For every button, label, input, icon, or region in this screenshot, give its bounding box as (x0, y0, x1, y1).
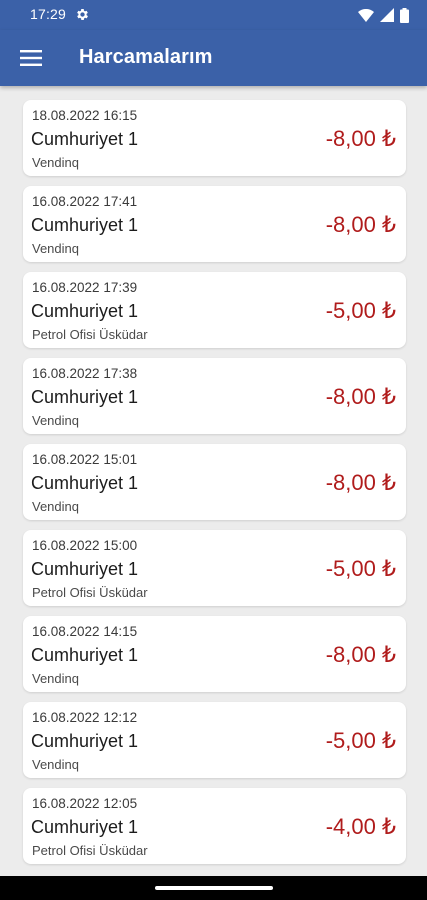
transaction-amount: -5,00 ₺ (325, 728, 396, 753)
transaction-title: Cumhuriyet 1 (31, 645, 139, 665)
transaction-date: 18.08.2022 16:15 (32, 108, 138, 123)
gear-icon (77, 9, 88, 20)
transaction-date: 16.08.2022 17:41 (32, 194, 138, 209)
transaction-location: Vendinq (32, 241, 79, 256)
transaction-location: Vendinq (32, 155, 79, 170)
transaction-amount: -8,00 ₺ (325, 126, 396, 151)
status-icons (358, 7, 409, 23)
transaction-location: Vendinq (32, 413, 79, 428)
transaction-title: Cumhuriyet 1 (31, 129, 139, 149)
transaction-amount: -8,00 ₺ (325, 212, 396, 237)
transaction-title: Cumhuriyet 1 (31, 559, 139, 579)
transaction-title: Cumhuriyet 1 (31, 301, 139, 321)
transaction-card[interactable]: 16.08.2022 15:01 Cumhuriyet 1 Vendinq -8… (23, 444, 406, 520)
menu-button[interactable] (14, 42, 48, 74)
transaction-location: Vendinq (32, 757, 79, 772)
transaction-date: 16.08.2022 15:01 (32, 452, 138, 467)
transaction-amount: -5,00 ₺ (325, 556, 396, 581)
transaction-amount: -4,00 ₺ (325, 814, 396, 839)
status-bar: 17:29 (0, 0, 427, 30)
transaction-amount: -8,00 ₺ (325, 642, 396, 667)
transaction-card[interactable]: 16.08.2022 12:12 Cumhuriyet 1 Vendinq -5… (23, 702, 406, 778)
page-title: Harcamalarım (79, 46, 213, 68)
transaction-title: Cumhuriyet 1 (31, 731, 139, 751)
app-bar: Harcamalarım (0, 30, 427, 86)
hamburger-menu-icon (20, 50, 42, 66)
transaction-location: Vendinq (32, 499, 79, 514)
transaction-title: Cumhuriyet 1 (31, 473, 139, 493)
transaction-amount: -5,00 ₺ (325, 298, 396, 323)
transaction-card[interactable]: 16.08.2022 15:00 Cumhuriyet 1 Petrol Ofi… (23, 530, 406, 606)
transaction-title: Cumhuriyet 1 (31, 387, 139, 407)
transaction-list[interactable]: 18.08.2022 16:15 Cumhuriyet 1 Vendinq -8… (0, 86, 427, 876)
transaction-date: 16.08.2022 15:00 (32, 538, 138, 553)
battery-icon (400, 7, 409, 23)
transaction-card[interactable]: 16.08.2022 17:41 Cumhuriyet 1 Vendinq -8… (23, 186, 406, 262)
status-time: 17:29 (30, 6, 67, 22)
transaction-card[interactable]: 16.08.2022 17:38 Cumhuriyet 1 Vendinq -8… (23, 358, 406, 434)
transaction-date: 16.08.2022 14:15 (32, 624, 138, 639)
transaction-title: Cumhuriyet 1 (31, 215, 139, 235)
system-navigation-bar (0, 876, 427, 900)
transaction-date: 16.08.2022 12:12 (32, 710, 138, 725)
transaction-date: 16.08.2022 12:05 (32, 796, 138, 811)
transaction-card[interactable]: 16.08.2022 17:39 Cumhuriyet 1 Petrol Ofi… (23, 272, 406, 348)
transaction-card[interactable]: 16.08.2022 14:15 Cumhuriyet 1 Vendinq -8… (23, 616, 406, 692)
transaction-card[interactable]: 18.08.2022 16:15 Cumhuriyet 1 Vendinq -8… (23, 100, 406, 176)
transaction-location: Vendinq (32, 671, 79, 686)
signal-icon (380, 8, 394, 22)
transaction-location: Petrol Ofisi Üsküdar (32, 327, 148, 342)
wifi-icon (358, 8, 374, 22)
transaction-title: Cumhuriyet 1 (31, 817, 139, 837)
transaction-location: Petrol Ofisi Üsküdar (32, 585, 148, 600)
transaction-location: Petrol Ofisi Üsküdar (32, 843, 148, 858)
transaction-card[interactable]: 16.08.2022 12:05 Cumhuriyet 1 Petrol Ofi… (23, 788, 406, 864)
transaction-date: 16.08.2022 17:39 (32, 280, 138, 295)
home-gesture-handle[interactable] (155, 886, 273, 890)
transaction-amount: -8,00 ₺ (325, 384, 396, 409)
transaction-amount: -8,00 ₺ (325, 470, 396, 495)
transaction-date: 16.08.2022 17:38 (32, 366, 138, 381)
